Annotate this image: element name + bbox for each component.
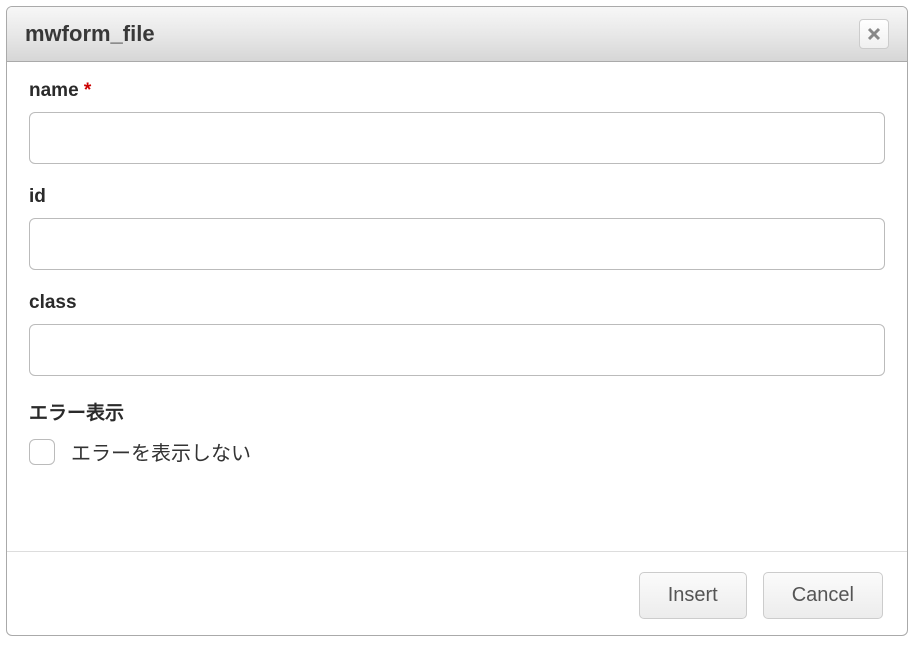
field-name: name *: [29, 80, 885, 164]
name-label-text: name: [29, 80, 79, 101]
error-display-label: エラー表示: [29, 398, 885, 425]
required-marker: *: [84, 80, 91, 101]
class-label: class: [29, 292, 885, 314]
dialog-footer: Insert Cancel: [7, 551, 907, 635]
id-label: id: [29, 186, 885, 208]
field-id: id: [29, 186, 885, 270]
class-input[interactable]: [29, 324, 885, 376]
insert-button[interactable]: Insert: [639, 572, 747, 619]
dialog-header: mwform_file: [7, 7, 907, 62]
field-error-display: エラー表示 エラーを表示しない: [29, 398, 885, 466]
cancel-button[interactable]: Cancel: [763, 572, 883, 619]
name-input[interactable]: [29, 112, 885, 164]
close-button[interactable]: [859, 19, 889, 49]
error-display-checkbox[interactable]: [29, 439, 55, 465]
close-icon: [866, 26, 882, 42]
dialog-body: name * id class エラー表示 エラーを表示しない: [7, 62, 907, 551]
name-label: name *: [29, 80, 885, 102]
checkbox-row: エラーを表示しない: [29, 437, 885, 466]
dialog-title: mwform_file: [25, 21, 155, 47]
field-class: class: [29, 292, 885, 376]
dialog: mwform_file name * id class エラー表示: [6, 6, 908, 636]
id-input[interactable]: [29, 218, 885, 270]
error-display-checkbox-label: エラーを表示しない: [71, 437, 251, 466]
